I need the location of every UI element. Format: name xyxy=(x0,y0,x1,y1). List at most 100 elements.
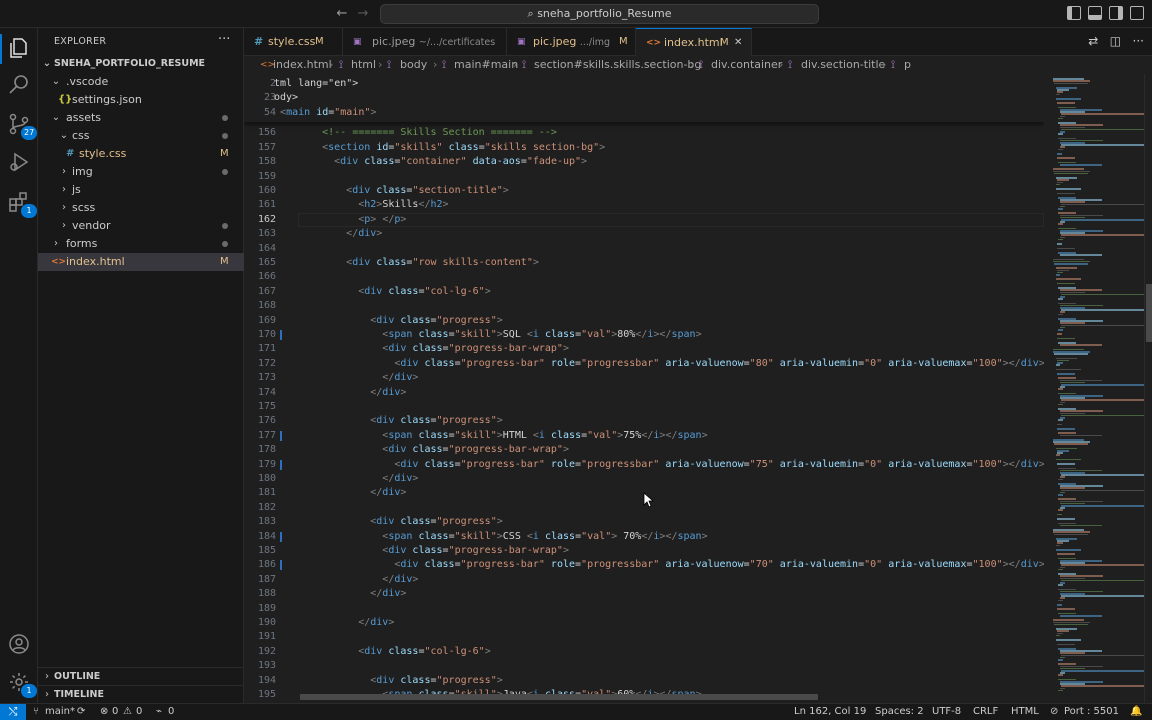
modified-line-marker[interactable] xyxy=(280,330,282,340)
run-debug-icon[interactable] xyxy=(7,150,31,174)
more-actions-icon[interactable]: ··· xyxy=(218,32,230,47)
more-actions-icon[interactable]: ··· xyxy=(1133,34,1144,48)
code-line[interactable]: 173 </div> xyxy=(244,371,1044,385)
scrollbar-thumb[interactable] xyxy=(1146,284,1152,342)
code-line[interactable]: 164 xyxy=(244,242,1044,256)
code-line[interactable]: 187 </div> xyxy=(244,573,1044,587)
code-line[interactable]: 190 </div> xyxy=(244,616,1044,630)
errors-count[interactable]: 0 xyxy=(112,704,118,720)
breadcrumb-item[interactable]: section#skills.skills.section-bg xyxy=(534,56,701,74)
explorer-icon[interactable] xyxy=(7,36,31,60)
branch-name[interactable]: main* xyxy=(45,704,75,720)
outline-section[interactable]: › OUTLINE xyxy=(38,667,244,685)
code-line[interactable]: 192 <div class="col-lg-6"> xyxy=(244,645,1044,659)
breadcrumb-item[interactable]: div.container xyxy=(711,56,782,74)
tree-item-css[interactable]: ⌄ css xyxy=(38,127,244,145)
arrow-right-icon[interactable]: → xyxy=(354,5,372,23)
tree-item-index-html[interactable]: <> index.html M xyxy=(38,253,244,271)
breadcrumb-item[interactable]: body xyxy=(400,56,427,74)
code-line[interactable]: 171 <div class="progress-bar-wrap"> xyxy=(244,342,1044,356)
tree-item-img[interactable]: › img xyxy=(38,163,244,181)
code-line[interactable]: 165 <div class="row skills-content"> xyxy=(244,256,1044,270)
toggle-panel-icon[interactable] xyxy=(1088,6,1102,20)
modified-line-marker[interactable] xyxy=(280,459,282,470)
manage-gear-icon[interactable]: 1 xyxy=(7,670,37,698)
sticky-scroll-header[interactable]: 2 tml lang="en"> 23 ody> 54 <main id="main"> xyxy=(244,74,1044,122)
minimap[interactable] xyxy=(1044,74,1148,703)
tab-pic-jpeg-img[interactable]: ▣ pic.jpeg .../img M xyxy=(507,28,636,56)
breadcrumb-item[interactable]: div.section-title xyxy=(801,56,885,74)
code-line[interactable]: 184 <span class="skill">CSS <i class="va… xyxy=(244,530,1044,544)
toggle-primary-sidebar-icon[interactable] xyxy=(1067,6,1081,20)
encoding[interactable]: UTF-8 xyxy=(932,704,961,720)
code-line[interactable]: 170 <span class="skill">SQL <i class="va… xyxy=(244,328,1044,342)
code-line[interactable]: 189 xyxy=(244,602,1044,616)
split-editor-icon[interactable]: ◫ xyxy=(1110,34,1121,48)
code-line[interactable]: 186 <div class="progress-bar" role="prog… xyxy=(244,558,1044,572)
code-line[interactable]: 169 <div class="progress"> xyxy=(244,314,1044,328)
code-line[interactable]: 179 <div class="progress-bar" role="prog… xyxy=(244,458,1044,472)
code-line[interactable]: 175 xyxy=(244,400,1044,414)
code-editor[interactable]: 2 tml lang="en"> 23 ody> 54 <main id="main">… xyxy=(244,74,1044,703)
code-line[interactable]: 188 </div> xyxy=(244,587,1044,601)
code-line[interactable]: 163 </div> xyxy=(244,227,1044,241)
indentation[interactable]: Spaces: 2 xyxy=(875,704,924,720)
timeline-section[interactable]: › TIMELINE xyxy=(38,685,244,703)
live-server-port[interactable]: Port : 5501 xyxy=(1064,704,1119,720)
breadcrumb-item[interactable]: index.html xyxy=(273,56,332,74)
modified-line-marker[interactable] xyxy=(280,430,282,441)
code-line[interactable]: 185 <div class="progress-bar-wrap"> xyxy=(244,544,1044,558)
close-icon[interactable]: ✕ xyxy=(734,29,742,57)
customize-layout-icon[interactable] xyxy=(1130,6,1144,20)
tab-index-html[interactable]: <> index.html M ✕ xyxy=(636,28,752,56)
cursor-position[interactable]: Ln 162, Col 19 xyxy=(794,704,866,720)
tree-item-scss[interactable]: › scss xyxy=(38,199,244,217)
tree-item-settings-json[interactable]: {} settings.json xyxy=(38,91,244,109)
tree-item-assets[interactable]: ⌄ assets xyxy=(38,109,244,127)
sticky-line[interactable]: 2 tml lang="en"> xyxy=(244,77,1044,91)
tree-item-style-css[interactable]: # style.css M xyxy=(38,145,244,163)
code-line[interactable]: 162 <p> </p> xyxy=(244,212,1044,228)
tree-item-forms[interactable]: › forms xyxy=(38,235,244,253)
code-line[interactable]: 193 xyxy=(244,659,1044,673)
modified-line-marker[interactable] xyxy=(280,560,282,571)
code-line[interactable]: 177 <span class="skill">HTML <i class="v… xyxy=(244,429,1044,443)
sticky-line[interactable]: 54 <main id="main"> xyxy=(244,106,1044,120)
code-line[interactable]: 172 <div class="progress-bar" role="prog… xyxy=(244,357,1044,371)
sync-icon[interactable]: ⟳ xyxy=(77,704,85,720)
code-line[interactable]: 159 xyxy=(244,170,1044,184)
vertical-scrollbar[interactable] xyxy=(1144,74,1152,703)
account-icon[interactable] xyxy=(7,632,31,656)
open-changes-icon[interactable]: ⇄ xyxy=(1088,34,1098,48)
code-line[interactable]: 158 <div class="container" data-aos="fad… xyxy=(244,155,1044,169)
modified-line-marker[interactable] xyxy=(280,531,282,542)
code-line[interactable]: 174 </div> xyxy=(244,386,1044,400)
warnings-count[interactable]: 0 xyxy=(136,704,142,720)
breadcrumb-item[interactable]: main#main xyxy=(454,56,518,74)
tree-item-vendor[interactable]: › vendor xyxy=(38,217,244,235)
code-line[interactable]: 183 <div class="progress"> xyxy=(244,515,1044,529)
remote-indicator-icon[interactable]: ⤭ xyxy=(0,704,26,720)
tab-pic-jpeg-certificates[interactable]: ▣ pic.jpeg ~/.../certificates xyxy=(343,28,507,56)
code-line[interactable]: 161 <h2>Skills</h2> xyxy=(244,198,1044,212)
code-line[interactable]: 191 xyxy=(244,630,1044,644)
tree-item-vscode[interactable]: ⌄ .vscode xyxy=(38,73,244,91)
breadcrumb-item[interactable]: html xyxy=(351,56,376,74)
code-line[interactable]: 166 xyxy=(244,270,1044,284)
code-line[interactable]: 178 <div class="progress-bar-wrap"> xyxy=(244,443,1044,457)
horizontal-scrollbar[interactable] xyxy=(300,694,818,700)
code-line[interactable]: 180 </div> xyxy=(244,472,1044,486)
extensions-icon[interactable]: 1 xyxy=(7,190,37,218)
language-mode[interactable]: HTML xyxy=(1011,704,1039,720)
tab-style-css[interactable]: # style.css M xyxy=(244,28,343,56)
code-line[interactable]: 167 <div class="col-lg-6"> xyxy=(244,285,1044,299)
breadcrumb-item[interactable]: p xyxy=(904,56,911,74)
code-line[interactable]: 168 xyxy=(244,299,1044,313)
code-line[interactable]: 160 <div class="section-title"> xyxy=(244,184,1044,198)
end-of-line[interactable]: CRLF xyxy=(973,704,998,720)
command-center-search[interactable]: ⌕ sneha_portfolio_Resume xyxy=(380,4,819,24)
code-line[interactable]: 194 <div class="progress"> xyxy=(244,674,1044,688)
arrow-left-icon[interactable]: ← xyxy=(333,5,351,23)
source-control-icon[interactable]: 27 xyxy=(7,112,38,140)
search-icon[interactable] xyxy=(7,72,31,96)
